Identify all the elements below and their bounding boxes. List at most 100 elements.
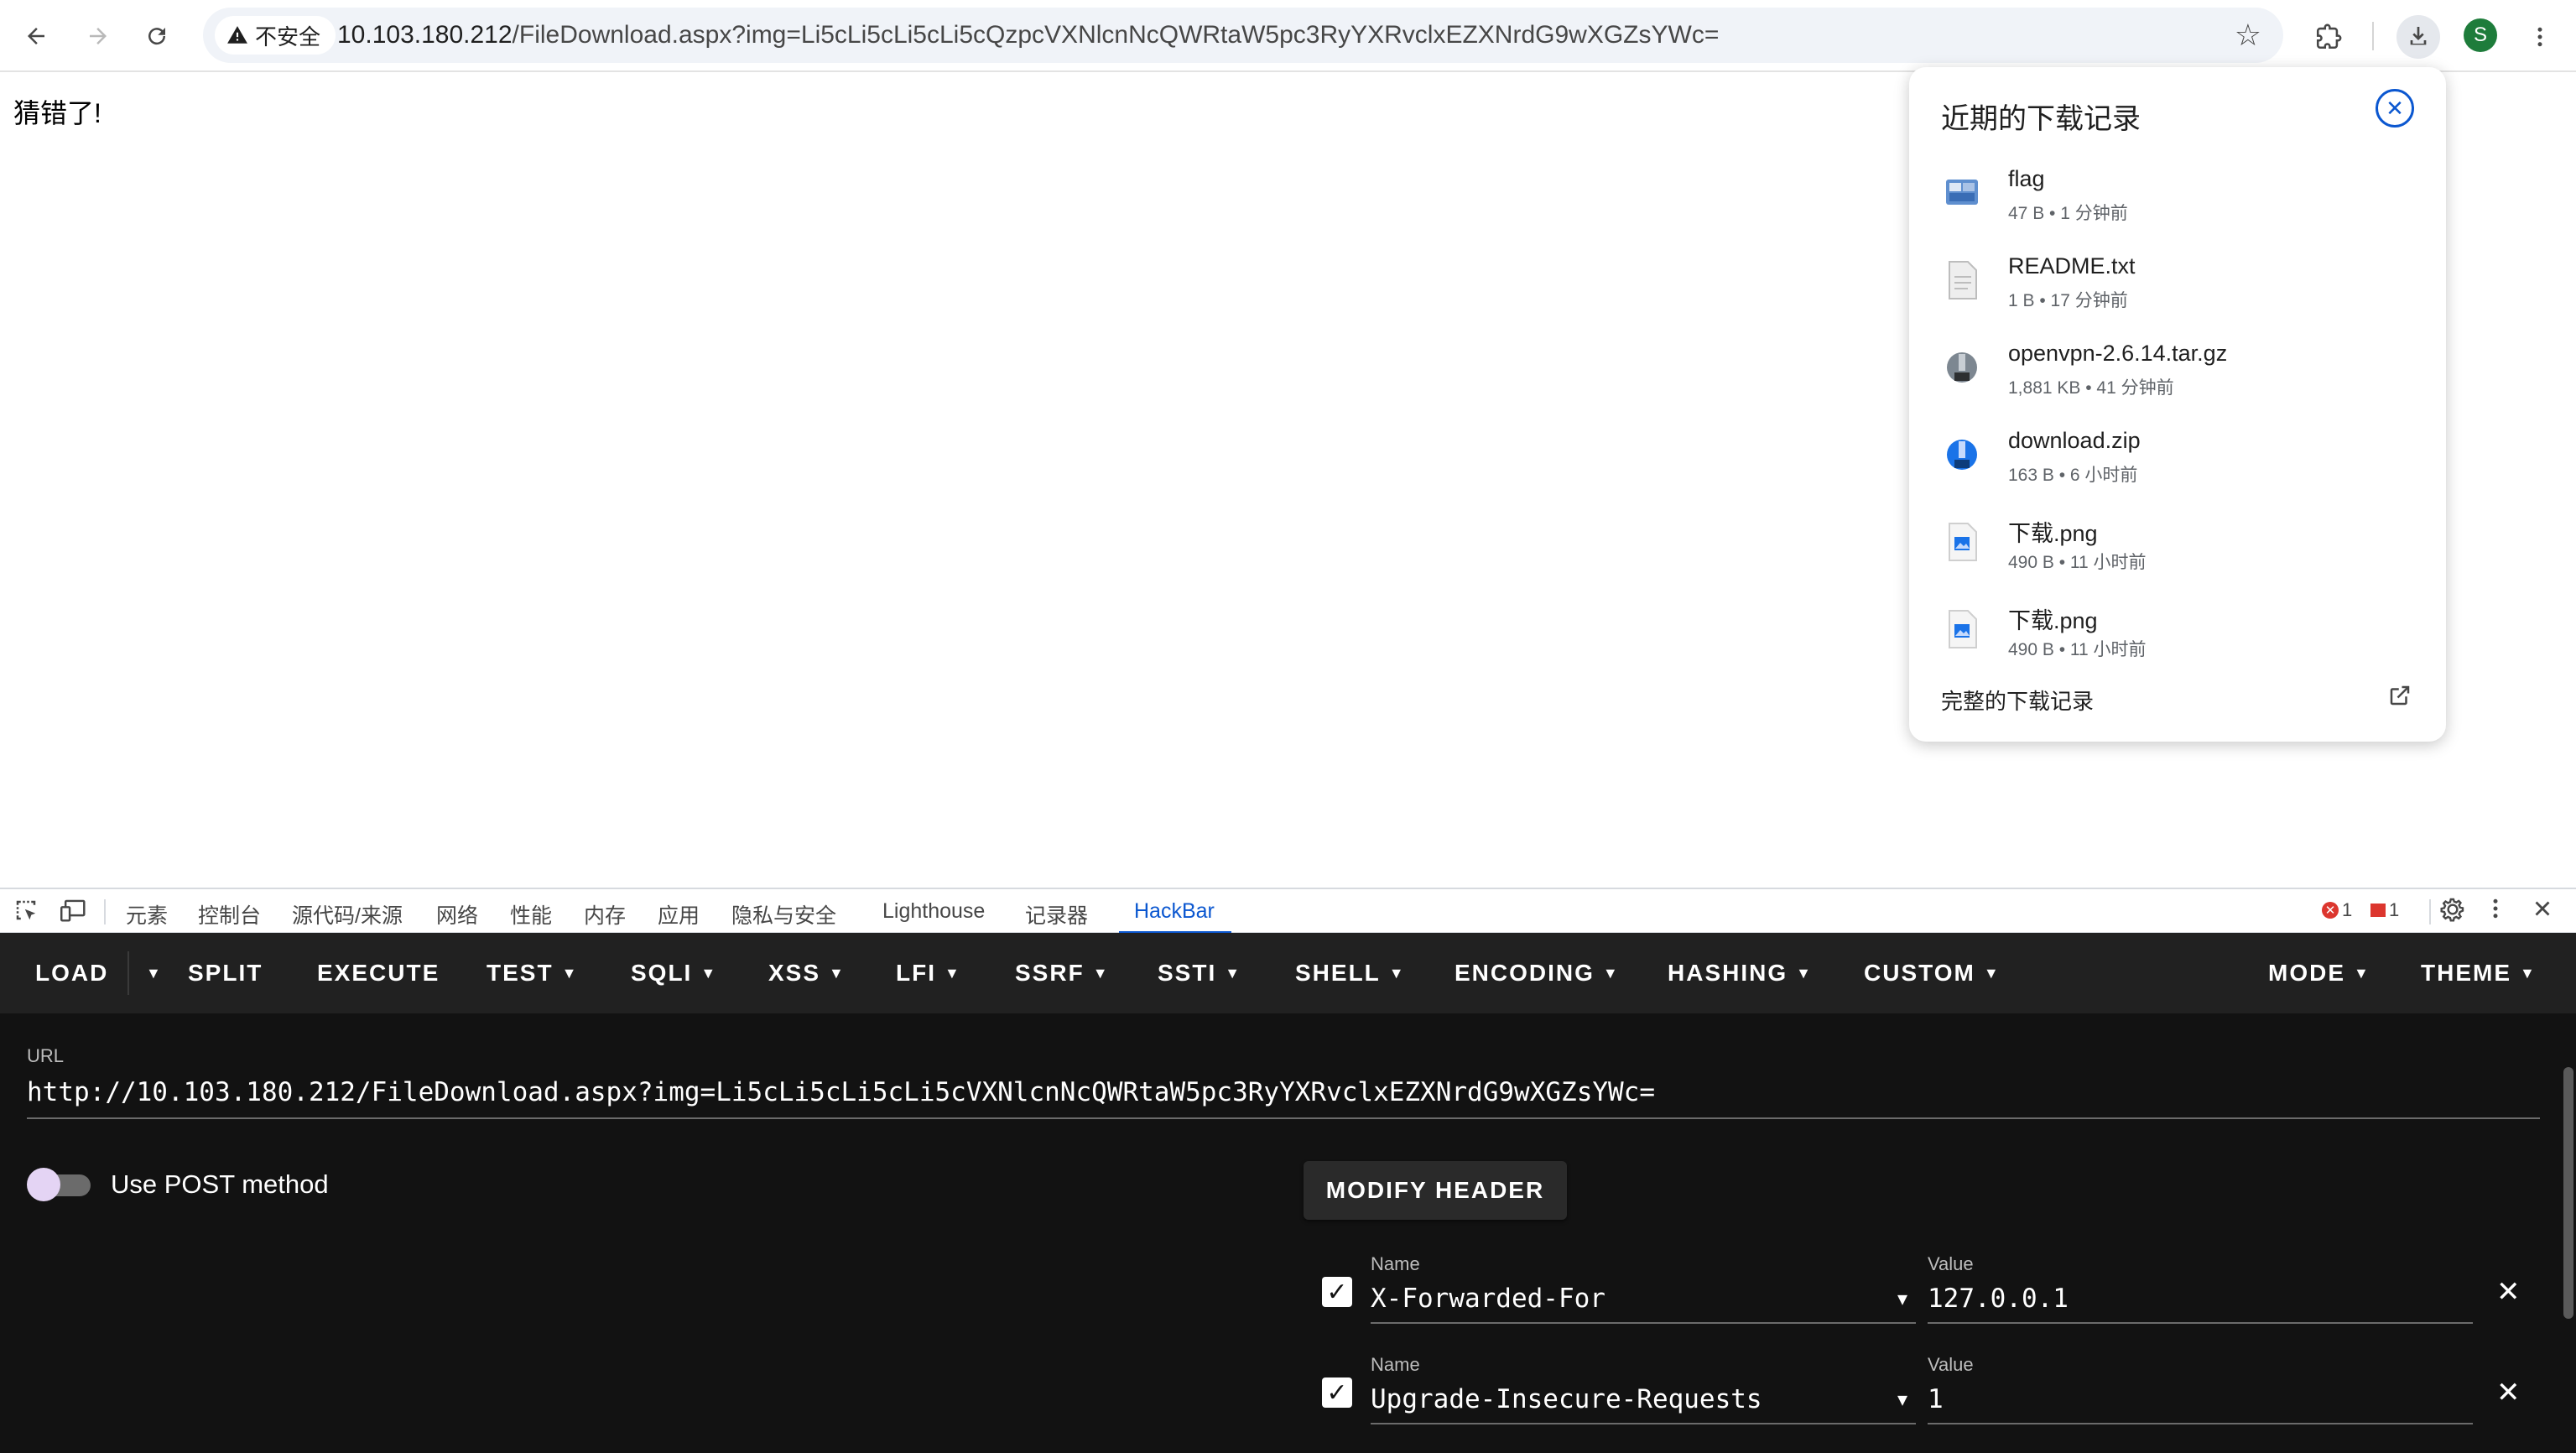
chevron-down-icon: ▼ bbox=[1602, 965, 1620, 982]
tab-application[interactable]: 应用 bbox=[658, 899, 700, 930]
dropdown-arrow-icon[interactable]: ▼ bbox=[1897, 1381, 1907, 1418]
download-item[interactable]: 下载.png 490 B • 11 小时前 bbox=[1909, 591, 2446, 678]
open-external-icon[interactable] bbox=[2387, 683, 2412, 715]
devtools-close-icon[interactable] bbox=[2530, 896, 2555, 928]
security-chip[interactable]: 不安全 bbox=[215, 16, 336, 55]
extensions-button[interactable] bbox=[2307, 15, 2350, 59]
theme-menu[interactable]: THEME ▼ bbox=[2421, 933, 2537, 1013]
download-file-name: download.zip bbox=[2008, 428, 2141, 453]
inspect-element-icon[interactable] bbox=[13, 898, 39, 929]
chevron-down-icon: ▼ bbox=[1092, 965, 1110, 982]
image-file-icon bbox=[1949, 523, 1977, 561]
security-label: 不安全 bbox=[255, 23, 321, 49]
download-file-name: flag bbox=[2008, 166, 2045, 191]
header-value-label: Value bbox=[1928, 1253, 1974, 1274]
tab-recorder[interactable]: 记录器 bbox=[1025, 899, 1088, 930]
header-name-label: Name bbox=[1371, 1253, 1420, 1274]
tab-performance[interactable]: 性能 bbox=[510, 899, 552, 930]
sqli-menu[interactable]: SQLI ▼ bbox=[631, 933, 717, 1013]
warning-icon bbox=[227, 26, 247, 44]
ssti-label: SSTI bbox=[1158, 960, 1217, 986]
lfi-label: LFI bbox=[896, 960, 936, 986]
tab-memory[interactable]: 内存 bbox=[584, 899, 626, 930]
execute-button[interactable]: EXECUTE bbox=[317, 933, 440, 1013]
profile-avatar[interactable]: S bbox=[2464, 18, 2497, 52]
download-item[interactable]: download.zip 163 B • 6 小时前 bbox=[1909, 416, 2446, 503]
exe-file-icon bbox=[1946, 180, 1978, 205]
post-toggle-knob[interactable] bbox=[27, 1168, 60, 1201]
device-toolbar-icon[interactable] bbox=[60, 898, 87, 929]
hashing-menu[interactable]: HASHING ▼ bbox=[1668, 933, 1813, 1013]
xss-menu[interactable]: XSS ▼ bbox=[768, 933, 846, 1013]
tab-privacy-security[interactable]: 隐私与安全 bbox=[731, 899, 836, 930]
error-count-badge[interactable]: ✕ 1 bbox=[2322, 899, 2352, 921]
split-button[interactable]: SPLIT bbox=[188, 933, 263, 1013]
lfi-menu[interactable]: LFI ▼ bbox=[896, 933, 961, 1013]
url-field-label: URL bbox=[27, 1045, 65, 1066]
encoding-menu[interactable]: ENCODING ▼ bbox=[1455, 933, 1620, 1013]
dropdown-arrow-icon[interactable]: ▼ bbox=[1897, 1280, 1907, 1317]
forward-button[interactable] bbox=[77, 15, 119, 57]
devtools-menu-icon[interactable] bbox=[2483, 896, 2508, 928]
hackbar-scrollbar[interactable] bbox=[2563, 1067, 2573, 1319]
load-button[interactable]: LOAD bbox=[35, 933, 108, 1013]
header-value-input[interactable]: 127.0.0.1 bbox=[1928, 1280, 2473, 1324]
header-name-input[interactable]: X-Forwarded-For ▼ bbox=[1371, 1280, 1916, 1324]
download-file-meta: 163 B • 6 小时前 bbox=[2008, 466, 2138, 485]
delete-header-icon[interactable]: ✕ bbox=[2496, 1275, 2521, 1309]
download-item[interactable]: flag 47 B • 1 分钟前 bbox=[1909, 154, 2446, 242]
chevron-down-icon: ▼ bbox=[700, 965, 718, 982]
back-button[interactable] bbox=[15, 15, 57, 57]
issue-count-badge[interactable]: 1 bbox=[2370, 899, 2399, 921]
header-value-input[interactable]: 1 bbox=[1928, 1381, 2473, 1424]
chevron-down-icon: ▼ bbox=[1796, 965, 1813, 982]
reload-button[interactable] bbox=[136, 15, 178, 57]
mode-label: MODE bbox=[2268, 960, 2345, 986]
downloads-bubble: 近期的下载记录 ✕ flag 47 B • 1 分钟前 README.txt 1… bbox=[1909, 67, 2446, 742]
browser-toolbar: 不安全 10.103.180.212/FileDownload.aspx?img… bbox=[0, 0, 2576, 72]
tab-lighthouse[interactable]: Lighthouse bbox=[882, 899, 985, 924]
address-bar[interactable]: 不安全 10.103.180.212/FileDownload.aspx?img… bbox=[203, 8, 2283, 63]
download-item[interactable]: openvpn-2.6.14.tar.gz 1,881 KB • 41 分钟前 bbox=[1909, 329, 2446, 416]
download-file-name: README.txt bbox=[2008, 253, 2136, 279]
url-text[interactable]: 10.103.180.212/FileDownload.aspx?img=Li5… bbox=[337, 8, 1719, 63]
ssrf-menu[interactable]: SSRF ▼ bbox=[1015, 933, 1110, 1013]
url-path: /FileDownload.aspx?img=Li5cLi5cLi5cLi5cQ… bbox=[512, 21, 1720, 49]
test-menu[interactable]: TEST ▼ bbox=[487, 933, 578, 1013]
header-name-input[interactable]: Upgrade-Insecure-Requests ▼ bbox=[1371, 1381, 1916, 1424]
download-item[interactable]: 下载.png 490 B • 11 小时前 bbox=[1909, 503, 2446, 591]
delete-header-icon[interactable]: ✕ bbox=[2496, 1376, 2521, 1409]
header-enabled-checkbox[interactable]: ✓ bbox=[1322, 1377, 1352, 1408]
custom-menu[interactable]: CUSTOM ▼ bbox=[1864, 933, 2001, 1013]
tab-console[interactable]: 控制台 bbox=[198, 899, 261, 930]
bookmark-star-icon[interactable]: ☆ bbox=[2235, 18, 2261, 53]
shell-menu[interactable]: SHELL ▼ bbox=[1295, 933, 1406, 1013]
toolbar-separator bbox=[2372, 22, 2374, 50]
chevron-down-icon: ▼ bbox=[1983, 965, 2001, 982]
modify-header-button[interactable]: MODIFY HEADER bbox=[1304, 1161, 1567, 1220]
tab-network[interactable]: 网络 bbox=[436, 899, 478, 930]
arrow-left-icon bbox=[28, 28, 44, 44]
mode-menu[interactable]: MODE ▼ bbox=[2268, 933, 2370, 1013]
load-separator bbox=[127, 951, 129, 995]
text-file-icon bbox=[1949, 261, 1977, 299]
settings-gear-icon[interactable] bbox=[2439, 896, 2466, 930]
browser-menu-button[interactable] bbox=[2518, 15, 2562, 59]
encoding-label: ENCODING bbox=[1455, 960, 1595, 986]
chevron-down-icon: ▼ bbox=[829, 965, 846, 982]
sqli-label: SQLI bbox=[631, 960, 693, 986]
full-downloads-link[interactable]: 完整的下载记录 bbox=[1941, 685, 2094, 716]
close-icon[interactable]: ✕ bbox=[2376, 89, 2414, 128]
devtools-separator bbox=[2429, 899, 2431, 924]
kebab-menu-icon bbox=[2537, 27, 2542, 47]
ssti-menu[interactable]: SSTI ▼ bbox=[1158, 933, 1241, 1013]
hackbar-menu: LOAD ▼ SPLIT EXECUTE TEST ▼ SQLI ▼ XSS ▼ LF… bbox=[0, 933, 2576, 1013]
download-item[interactable]: README.txt 1 B • 17 分钟前 bbox=[1909, 242, 2446, 329]
tab-sources[interactable]: 源代码/来源 bbox=[292, 899, 403, 930]
load-dropdown-icon[interactable]: ▼ bbox=[138, 933, 163, 1013]
header-enabled-checkbox[interactable]: ✓ bbox=[1322, 1277, 1352, 1307]
hackbar-url-input[interactable]: http://10.103.180.212/FileDownload.aspx?… bbox=[27, 1077, 2540, 1119]
tab-elements[interactable]: 元素 bbox=[126, 899, 168, 930]
downloads-button[interactable] bbox=[2396, 15, 2440, 59]
tab-hackbar[interactable]: HackBar bbox=[1134, 899, 1215, 924]
